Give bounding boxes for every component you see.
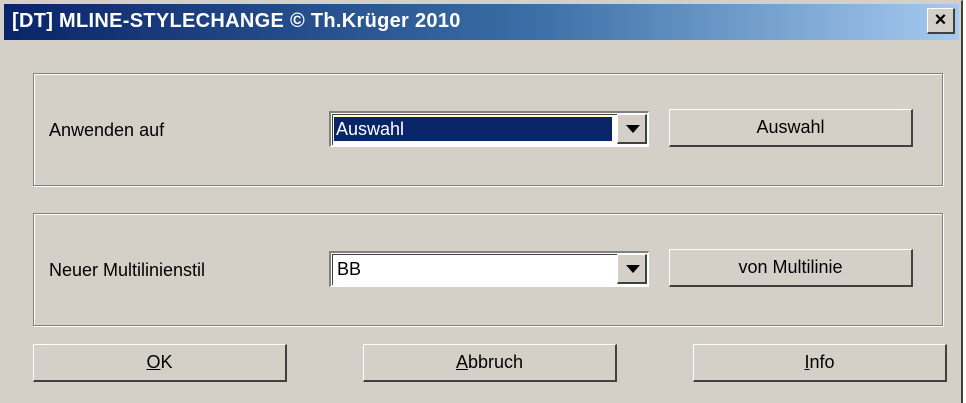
cancel-mnemonic: A <box>455 352 468 372</box>
style-combobox[interactable]: BB <box>329 251 649 287</box>
style-combo-field <box>332 254 647 285</box>
close-icon: × <box>934 9 947 31</box>
selection-button[interactable]: Auswahl <box>669 109 913 147</box>
apply-dropdown-button[interactable] <box>617 114 647 144</box>
title-bar[interactable]: [DT] MLINE-STYLECHANGE © Th.Krüger 2010 … <box>4 4 959 40</box>
apply-combobox[interactable]: Auswahl <box>329 111 649 147</box>
cancel-label: bbruch <box>467 352 524 372</box>
from-multiline-button[interactable]: von Multilinie <box>669 249 913 287</box>
ok-label: K <box>160 352 173 372</box>
style-dropdown-button[interactable] <box>617 254 647 284</box>
chevron-down-icon <box>626 125 640 133</box>
apply-label: Anwenden auf <box>49 120 165 140</box>
ok-mnemonic: O <box>146 352 161 372</box>
style-combo-value: BB <box>337 259 362 279</box>
apply-combo-value: Auswahl <box>333 116 613 142</box>
chevron-down-icon <box>626 265 640 273</box>
close-button[interactable]: × <box>927 8 955 34</box>
info-button[interactable]: Info <box>693 344 947 382</box>
info-label: nfo <box>809 352 835 372</box>
dialog-window: [DT] MLINE-STYLECHANGE © Th.Krüger 2010 … <box>0 0 963 403</box>
style-label: Neuer Multilinienstil <box>49 260 206 280</box>
window-title: [DT] MLINE-STYLECHANGE © Th.Krüger 2010 <box>12 10 461 32</box>
cancel-button[interactable]: Abbruch <box>363 344 617 382</box>
ok-button[interactable]: OK <box>33 344 287 382</box>
